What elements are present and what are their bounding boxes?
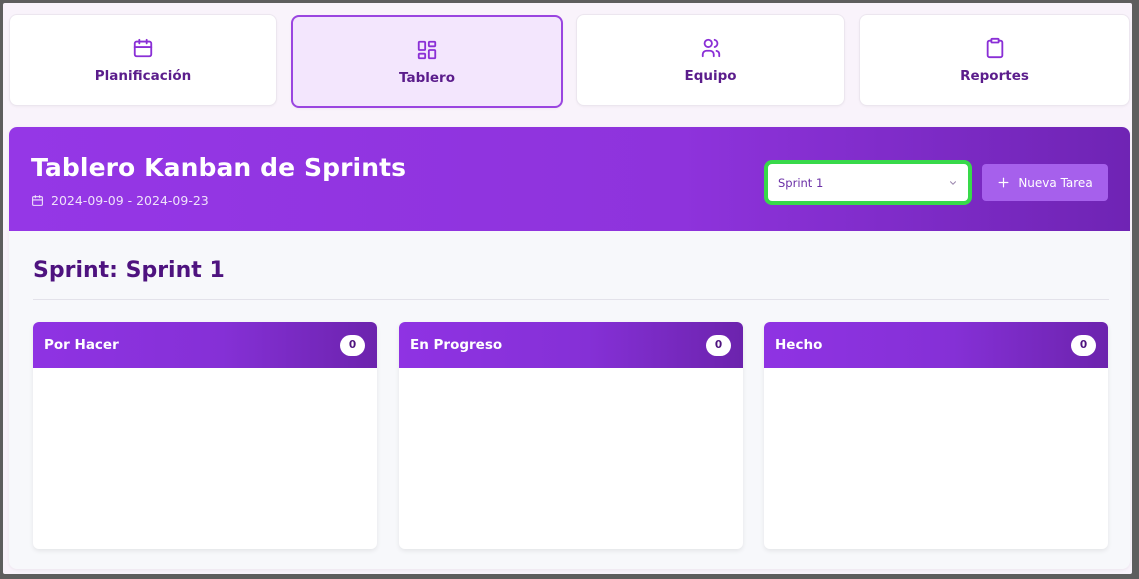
task-count-badge: 0 <box>340 334 365 356</box>
column-dropzone[interactable] <box>399 368 743 549</box>
nav-label: Equipo <box>684 68 737 84</box>
plus-icon <box>997 176 1010 189</box>
page-title: Tablero Kanban de Sprints <box>31 153 407 182</box>
nav-planificacion[interactable]: Planificación <box>9 14 277 106</box>
nav-tablero[interactable]: Tablero <box>291 15 563 108</box>
sprint-heading: Sprint: Sprint 1 <box>33 258 225 283</box>
divider <box>33 299 1109 300</box>
column-hecho: Hecho 0 <box>764 322 1108 549</box>
column-en-progreso: En Progreso 0 <box>399 322 743 549</box>
calendar-icon <box>31 194 44 207</box>
users-icon <box>699 36 723 60</box>
sprint-select-value: Sprint 1 <box>778 175 824 190</box>
nav-equipo[interactable]: Equipo <box>576 14 845 106</box>
calendar-icon <box>131 36 155 60</box>
column-por-hacer: Por Hacer 0 <box>33 322 377 549</box>
nav-label: Tablero <box>399 69 455 86</box>
chevron-down-icon <box>948 178 958 188</box>
new-task-button[interactable]: Nueva Tarea <box>982 164 1108 201</box>
column-title: En Progreso <box>410 337 503 353</box>
nav-reportes[interactable]: Reportes <box>859 14 1130 106</box>
task-count-badge: 0 <box>706 334 731 356</box>
clipboard-icon <box>983 36 1007 60</box>
nav-label: Reportes <box>960 68 1029 84</box>
board-icon <box>415 38 439 62</box>
column-header: En Progreso 0 <box>399 322 743 368</box>
task-count-badge: 0 <box>1071 334 1096 356</box>
new-task-label: Nueva Tarea <box>1018 175 1093 190</box>
column-dropzone[interactable] <box>33 368 377 549</box>
nav-label: Planificación <box>94 68 192 84</box>
sprint-select[interactable]: Sprint 1 <box>764 160 972 205</box>
column-header: Hecho 0 <box>764 322 1108 368</box>
column-header: Por Hacer 0 <box>33 322 377 368</box>
app-window: Planificación Tablero Equipo Reportes Ta… <box>3 3 1132 574</box>
board-header: Tablero Kanban de Sprints 2024-09-09 - 2… <box>9 127 1130 231</box>
top-nav: Planificación Tablero Equipo Reportes <box>9 14 1130 109</box>
column-title: Por Hacer <box>44 337 119 353</box>
board-panel: Tablero Kanban de Sprints 2024-09-09 - 2… <box>9 127 1130 569</box>
sprint-date-range: 2024-09-09 - 2024-09-23 <box>51 193 209 208</box>
column-title: Hecho <box>775 337 823 353</box>
column-dropzone[interactable] <box>764 368 1108 549</box>
sprint-dates: 2024-09-09 - 2024-09-23 <box>31 193 209 208</box>
